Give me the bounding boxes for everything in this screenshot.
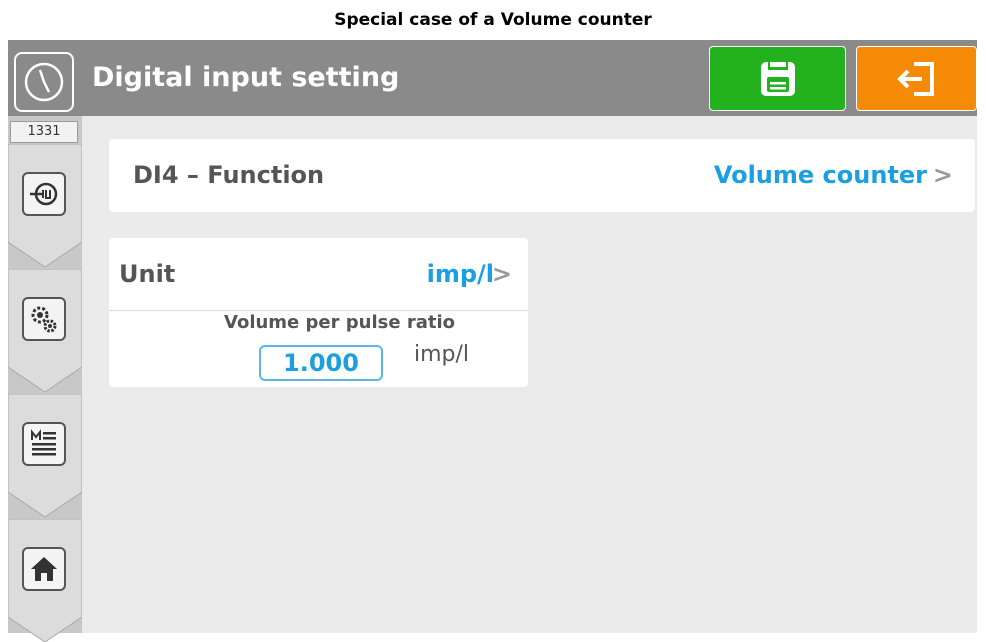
ratio-label: Volume per pulse ratio	[224, 312, 455, 333]
function-row[interactable]: DI4 – Function Volume counter >	[109, 139, 975, 212]
clock-icon	[24, 62, 64, 102]
clock-button[interactable]	[14, 52, 74, 112]
device-screen: Digital input setting 1331 DI4 – Functio…	[8, 40, 977, 642]
sidebar-item-input[interactable]	[8, 144, 82, 267]
page-caption: Special case of a Volume counter	[334, 10, 652, 30]
page-title: Digital input setting	[92, 62, 400, 93]
menu-list-icon	[22, 422, 66, 466]
unit-row[interactable]: Unit imp/l >	[109, 238, 528, 311]
floppy-disk-icon	[760, 61, 795, 96]
exit-arrow-icon	[896, 61, 934, 96]
save-button[interactable]	[709, 46, 846, 111]
unit-value: imp/l	[426, 260, 494, 288]
ratio-unit-label: imp/l	[414, 342, 470, 367]
sidebar-item-settings[interactable]	[8, 269, 82, 392]
ratio-input[interactable]: 1.000	[259, 345, 383, 381]
sidebar-item-menu[interactable]	[8, 394, 82, 517]
function-value: Volume counter	[713, 161, 927, 189]
home-icon	[22, 547, 66, 591]
unit-panel: Unit imp/l > Volume per pulse ratio 1.00…	[109, 238, 528, 387]
function-label: DI4 – Function	[133, 161, 325, 189]
device-id-label: 1331	[10, 121, 78, 143]
unit-label: Unit	[119, 260, 176, 288]
sidebar-item-home[interactable]	[8, 519, 82, 642]
input-plug-icon	[22, 172, 66, 216]
sidebar: 1331	[8, 116, 82, 642]
settings-gears-icon	[22, 297, 66, 341]
header-bar: Digital input setting	[8, 40, 977, 116]
exit-button[interactable]	[856, 46, 977, 111]
chevron-right-icon: >	[491, 260, 512, 288]
chevron-right-icon: >	[932, 161, 953, 189]
